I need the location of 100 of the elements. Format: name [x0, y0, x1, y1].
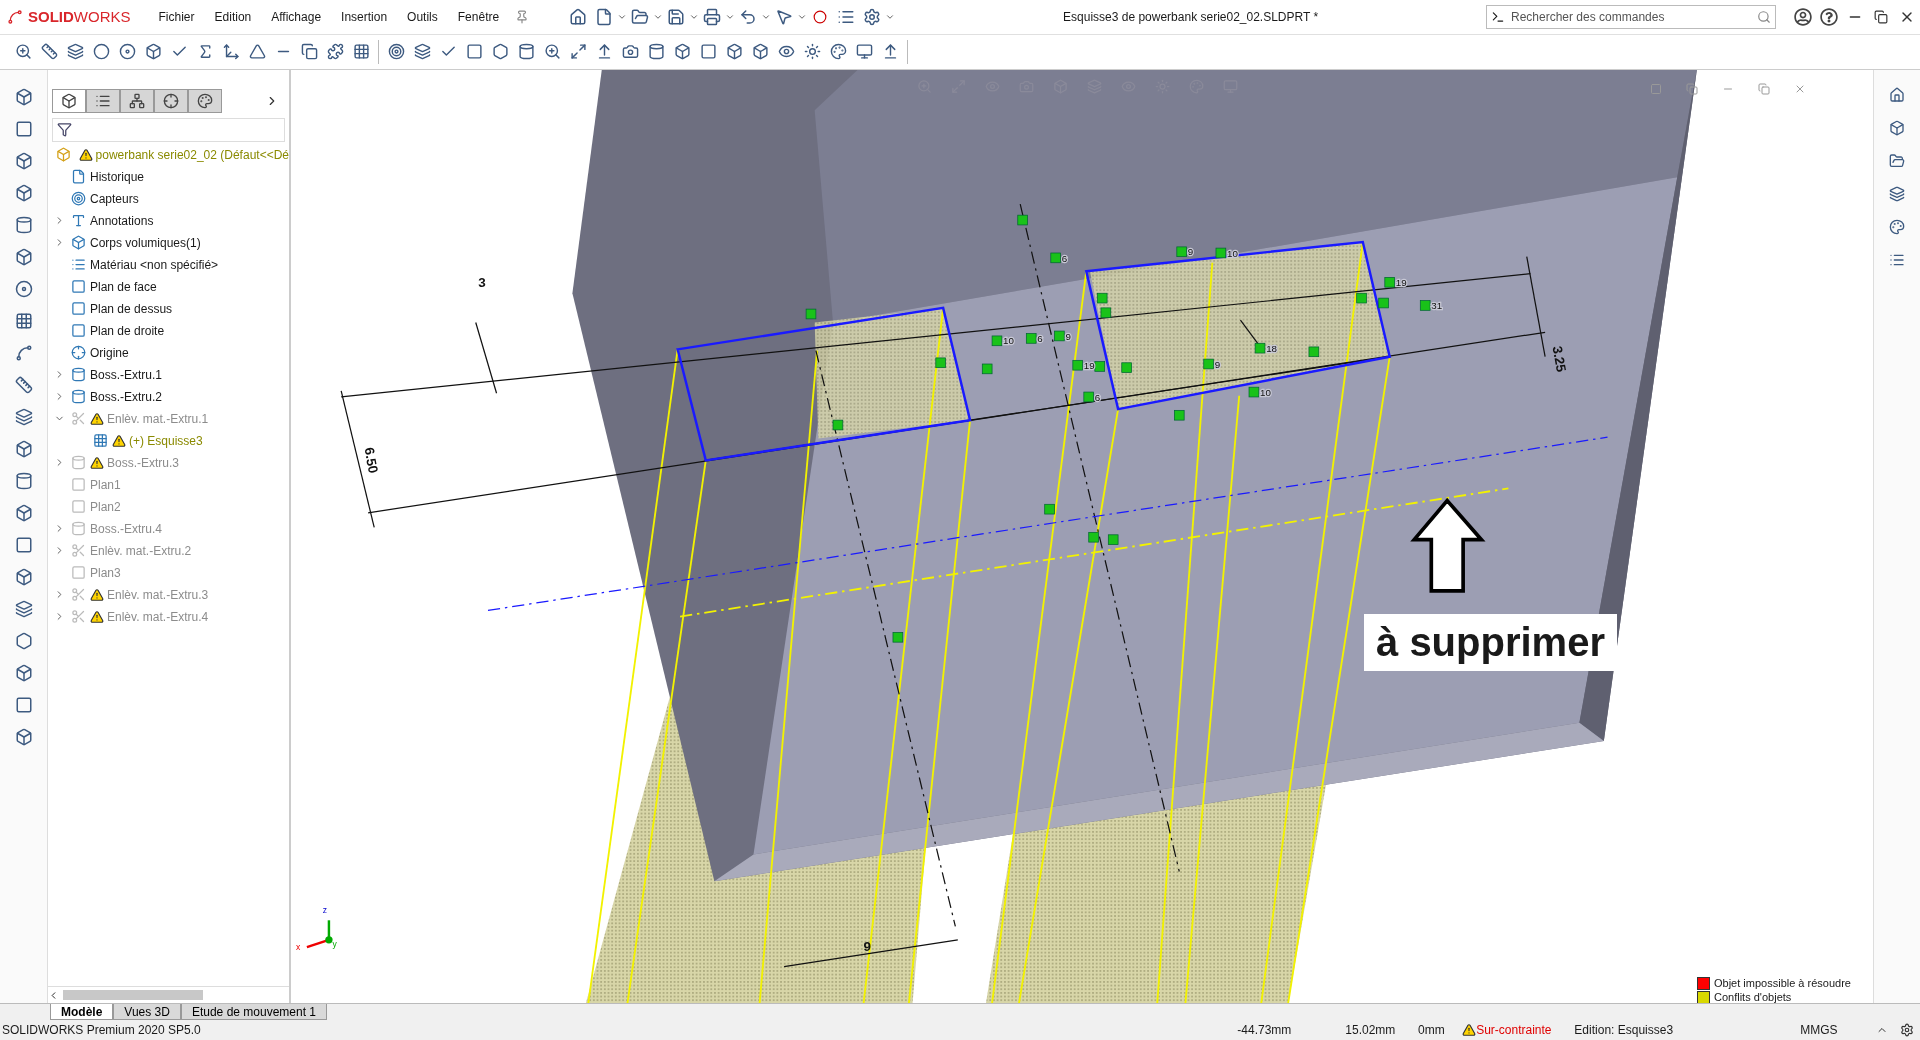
relation-label: 19 [1083, 359, 1095, 371]
menu-item[interactable]: Outils [397, 9, 448, 24]
tree-item[interactable]: Origine [90, 345, 129, 360]
relation-label: 10 [1003, 335, 1014, 347]
axis-label: x [295, 941, 301, 952]
relation-label: 19 [1395, 276, 1407, 288]
cut-extrude-icon [69, 607, 87, 626]
unit-system[interactable]: MMGS [1800, 1023, 1869, 1037]
tree-item[interactable]: Boss.-Extru.1 [90, 367, 163, 382]
dimension-value[interactable]: 6.50 [361, 445, 381, 475]
relation-label: 9 [1214, 358, 1221, 370]
up-arrow-icon [1410, 497, 1486, 593]
relation-label: 6 [1061, 252, 1068, 264]
axis-triad-icon [306, 920, 333, 949]
plane-icon [69, 299, 87, 318]
tree-root[interactable]: powerbank serie02_02 (Défaut<<Dé [95, 147, 289, 162]
plane-icon [69, 497, 87, 516]
tree-item[interactable]: Enlèv. mat.-Extru.4 [107, 609, 209, 624]
tree-item[interactable]: Annotations [90, 213, 154, 228]
cut-extrude-icon [69, 541, 87, 560]
tree-item[interactable]: Plan de dessus [90, 301, 173, 316]
tree-item[interactable]: Enlèv. mat.-Extru.1 [107, 411, 209, 426]
relation-icon[interactable] [1378, 297, 1389, 309]
relation-label: 6 [1037, 332, 1043, 344]
tree-item[interactable]: Matériau <non spécifié> [90, 257, 219, 272]
dimension-value[interactable]: 3 [478, 275, 486, 290]
panel-tab[interactable] [154, 88, 188, 113]
y-coordinate: 15.02mm [1345, 1023, 1397, 1037]
dimension-value[interactable]: 3.25 [1549, 344, 1569, 373]
extrude-icon [69, 365, 87, 384]
plane-icon [69, 475, 87, 494]
relation-label: 9 [1065, 330, 1071, 342]
axis-label: y [332, 938, 337, 949]
tree-item[interactable]: Capteurs [90, 191, 139, 206]
panel-tab[interactable] [120, 88, 154, 113]
filter-icon [57, 122, 72, 138]
menu-item[interactable]: Edition [204, 9, 262, 24]
relation-icon[interactable] [1096, 292, 1108, 304]
relation-icon[interactable] [1308, 346, 1320, 357]
menu-item[interactable]: Fichier [148, 9, 205, 24]
tree-item[interactable]: Historique [90, 169, 145, 184]
origin-icon [69, 343, 87, 362]
relation-icon[interactable] [1100, 307, 1112, 318]
features-tab-icon [61, 92, 77, 109]
warning-icon [90, 455, 104, 470]
sketch-icon [91, 431, 109, 450]
search-field[interactable]: Rechercher des commandes [1509, 8, 1753, 25]
relation-icon[interactable] [1356, 292, 1367, 304]
relation-icon[interactable] [832, 419, 844, 431]
tree-item[interactable]: Plan de droite [90, 323, 165, 338]
menu-item[interactable]: Fenêtre [447, 9, 510, 24]
plane-icon [69, 563, 87, 582]
panel-tab[interactable] [86, 88, 120, 113]
menu-item[interactable]: Affichage [261, 9, 332, 24]
relation-icon[interactable] [1215, 247, 1227, 259]
legend-label: Objet impossible à résoudre [1714, 977, 1851, 990]
tree-item[interactable]: Enlèv. mat.-Extru.3 [107, 587, 209, 602]
edit-mode: Edition: Esquisse3 [1574, 1023, 1675, 1037]
relation-icon[interactable] [1094, 361, 1105, 372]
model-tab[interactable]: Etude de mouvement 1 [180, 1004, 327, 1020]
panel-tab[interactable] [52, 88, 86, 113]
app-logo: SOLIDWORKS [28, 8, 131, 26]
sensors-folder-icon [69, 189, 87, 208]
relation-icon[interactable] [1384, 276, 1395, 288]
panel-tab[interactable] [188, 88, 222, 113]
warning-icon [112, 433, 126, 448]
z-coordinate: 0mm [1418, 1023, 1446, 1037]
x-coordinate: -44.73mm [1237, 1023, 1293, 1037]
search-box[interactable]: Rechercher des commandes [1486, 4, 1776, 29]
model-tab[interactable]: Vues 3D [113, 1004, 181, 1020]
warning-icon [90, 411, 104, 426]
plane-icon [69, 321, 87, 340]
tree-item[interactable]: Boss.-Extru.2 [90, 389, 163, 404]
annotation-label: à supprimer [1364, 613, 1617, 671]
warning-icon [90, 587, 104, 602]
search-icon[interactable] [1757, 9, 1771, 24]
legend-label: Conflits d'objets [1714, 991, 1792, 1004]
extrude-icon [69, 453, 87, 472]
relation-label: 10 [1260, 386, 1271, 398]
menu-item[interactable]: Insertion [331, 9, 398, 24]
bodies-folder-icon [69, 233, 87, 252]
axis-label: z [322, 904, 328, 915]
tree-item[interactable]: Enlèv. mat.-Extru.2 [90, 543, 192, 558]
relation-icon[interactable] [1254, 342, 1266, 354]
tree-item[interactable]: (+) Esquisse3 [129, 433, 203, 448]
filter-field[interactable] [52, 117, 285, 142]
extrude-icon [69, 387, 87, 406]
product-version: SOLIDWORKS Premium 2020 SP5.0 [2, 1023, 202, 1037]
configurations-tab-icon [129, 92, 145, 109]
relation-icon[interactable] [1203, 358, 1214, 370]
model-tab[interactable]: Modèle [50, 1004, 114, 1020]
relation-label: 9 [1187, 246, 1194, 258]
relation-label: 18 [1266, 342, 1278, 354]
cut-extrude-icon [69, 585, 87, 604]
tree-item[interactable]: Plan de face [90, 279, 157, 294]
tree-item[interactable]: Corps volumiques(1) [90, 235, 201, 250]
relation-label: 31 [1431, 299, 1443, 311]
tree-item[interactable]: Plan2 [90, 499, 121, 514]
dimxpert-tab-icon [163, 92, 179, 109]
tree-item[interactable]: Plan3 [90, 565, 121, 580]
